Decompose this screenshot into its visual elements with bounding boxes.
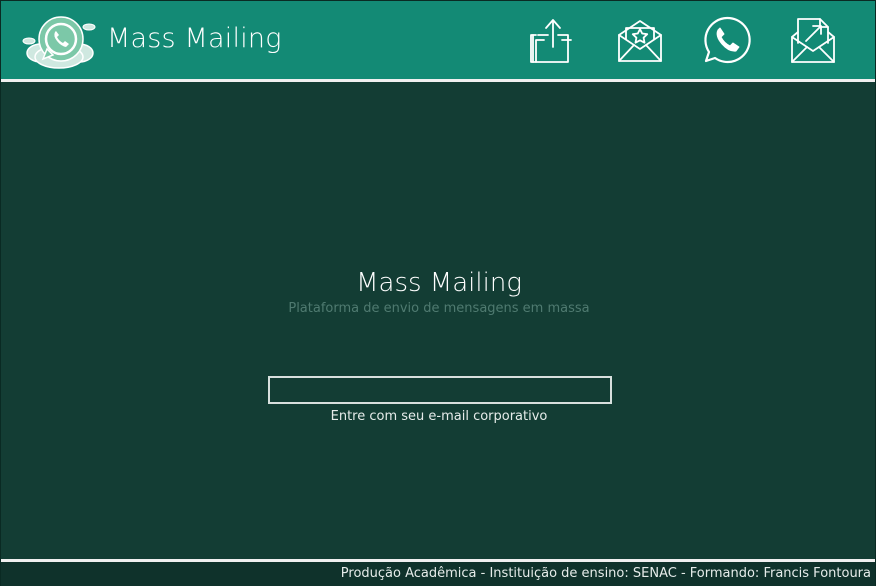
upload-icon[interactable] xyxy=(528,15,578,65)
email-field-label: Entre com seu e-mail corporativo xyxy=(330,409,548,424)
whatsapp-cloud-logo-icon xyxy=(21,9,97,73)
page-title: Mass Mailing xyxy=(356,268,522,298)
brand-title: Mass Mailing xyxy=(107,23,282,54)
footer-bar: Produção Acadêmica - Instituição de ensi… xyxy=(1,562,875,586)
header-bar: Mass Mailing xyxy=(1,1,875,79)
footer-credits: Produção Acadêmica - Instituição de ensi… xyxy=(340,566,871,581)
page-subtitle: Plataforma de envio de mensagens em mass… xyxy=(288,301,590,316)
send-mail-icon[interactable] xyxy=(788,15,838,65)
whatsapp-icon[interactable] xyxy=(702,15,752,65)
starred-mail-icon[interactable] xyxy=(615,15,665,65)
header-divider xyxy=(1,79,875,82)
page: Mass Mailing Mass Mailing Plataforma de … xyxy=(0,0,876,586)
email-field[interactable] xyxy=(268,376,612,404)
